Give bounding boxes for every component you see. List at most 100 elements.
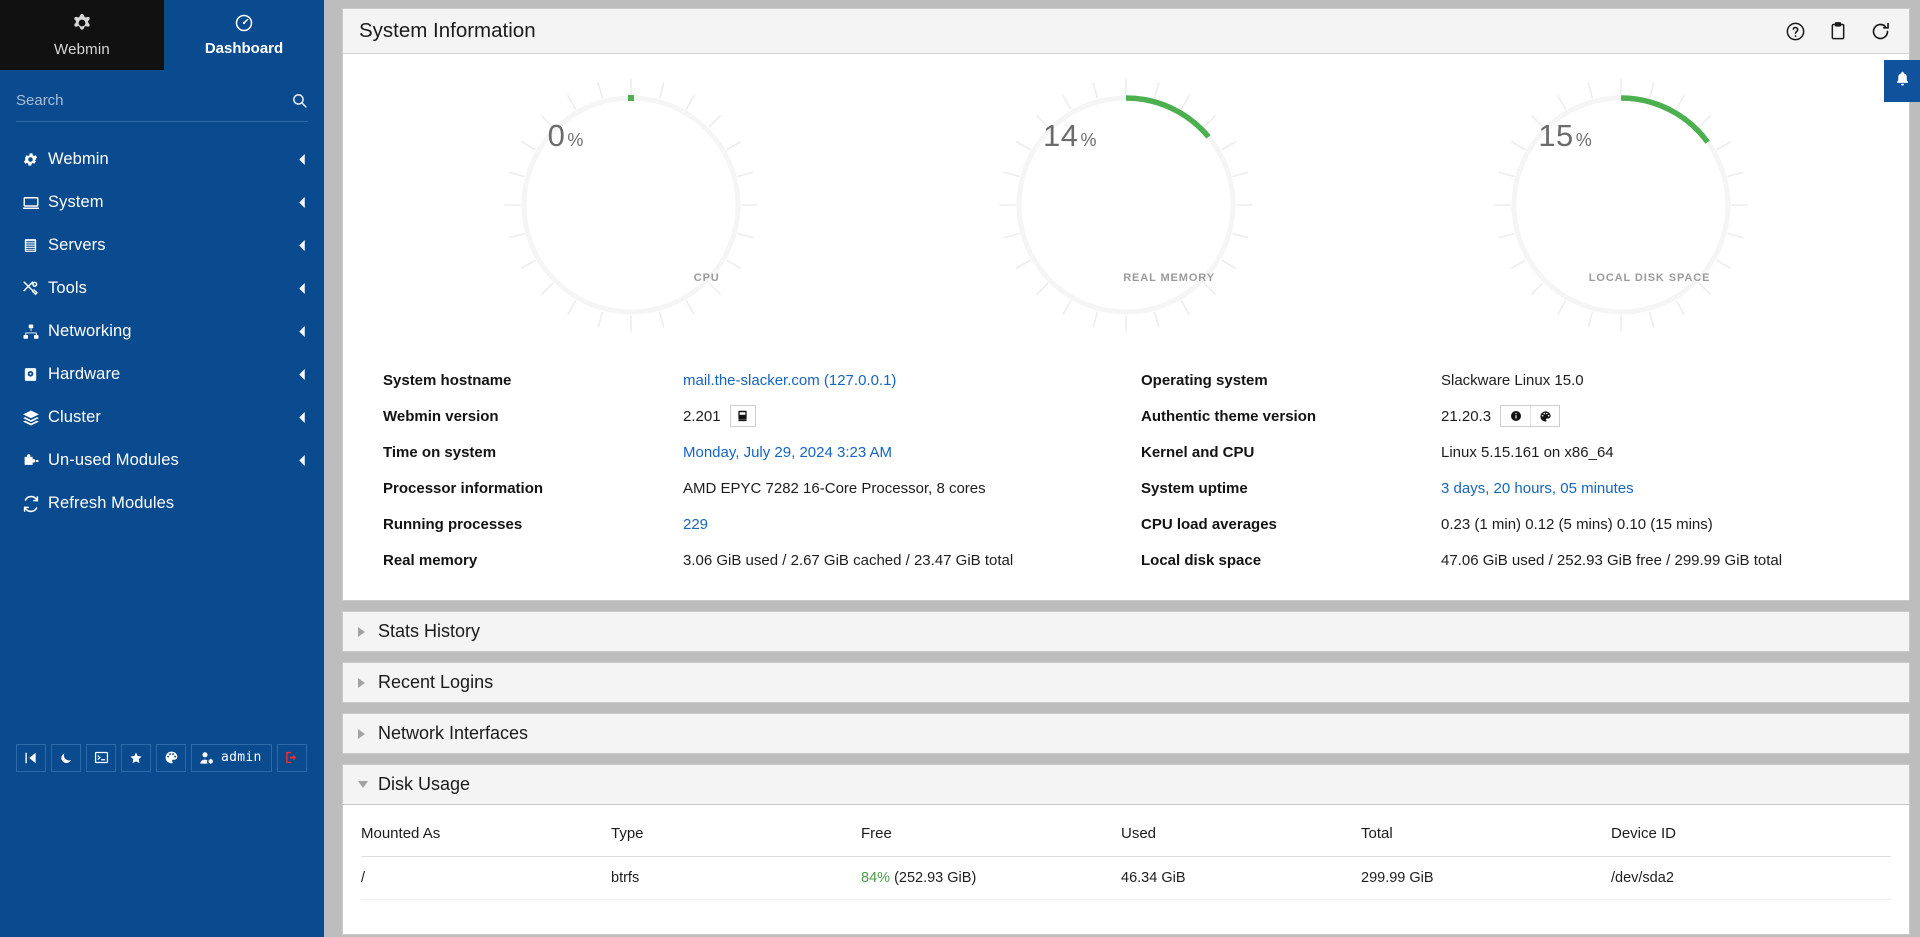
info-value-group: 21.20.3 <box>1441 405 1561 427</box>
cell-mounted-as: / <box>361 856 611 900</box>
system-info-grid: System hostname mail.the-slacker.com (12… <box>343 344 1909 578</box>
section-header-disk-usage[interactable]: Disk Usage <box>342 764 1910 805</box>
puzzle-icon <box>22 452 48 470</box>
info-value-hostname[interactable]: mail.the-slacker.com (127.0.0.1) <box>683 372 896 389</box>
dark-mode-button[interactable] <box>51 743 81 772</box>
sidebar-item-refresh-modules[interactable]: Refresh Modules <box>0 482 324 525</box>
user-menu-button[interactable]: admin <box>191 743 272 772</box>
help-icon[interactable] <box>1785 21 1806 42</box>
sidebar-item-tools[interactable]: Tools <box>0 267 324 310</box>
sidebar-item-label: Networking <box>48 322 132 340</box>
triangle-down-icon <box>358 780 376 789</box>
webmin-logo-block[interactable]: Webmin <box>0 0 164 70</box>
system-info-right-column: Operating system Slackware Linux 15.0 Au… <box>1141 362 1869 578</box>
theme-palette-button[interactable] <box>156 743 186 772</box>
info-value-real-memory: 3.06 GiB used / 2.67 GiB cached / 23.47 … <box>683 551 1014 569</box>
info-key: Real memory <box>383 551 478 569</box>
cell-total: 299.99 GiB <box>1361 856 1611 900</box>
sidebar-item-system[interactable]: System <box>0 181 324 224</box>
info-row-real-memory: Real memory 3.06 GiB used / 2.67 GiB cac… <box>383 542 1111 578</box>
sidebar-item-label: System <box>48 193 104 211</box>
sidebar-brand-row: Webmin Dashboard <box>0 0 324 70</box>
terminal-button[interactable] <box>86 743 116 772</box>
info-value-load: 0.23 (1 min) 0.12 (5 mins) 0.10 (15 mins… <box>1441 515 1713 533</box>
search-input[interactable] <box>16 92 291 109</box>
info-icon[interactable] <box>1501 406 1530 426</box>
column-header-used: Used <box>1121 825 1361 857</box>
notifications-button[interactable] <box>1884 60 1920 102</box>
sidebar-item-webmin[interactable]: Webmin <box>0 138 324 181</box>
column-header-free: Free <box>861 825 1121 857</box>
gear-icon <box>22 151 48 168</box>
sidebar-item-label: Un-used Modules <box>48 451 179 469</box>
sidebar-item-networking[interactable]: Networking <box>0 310 324 353</box>
gauge-label: LOCAL DISK SPACE <box>1588 272 1711 284</box>
table-header-row: Mounted As Type Free Used Total Device I… <box>361 825 1891 857</box>
column-header-device-id: Device ID <box>1611 825 1891 857</box>
info-key: Operating system <box>1141 371 1268 389</box>
info-value-theme-version: 21.20.3 <box>1441 407 1492 425</box>
refresh-icon[interactable] <box>1870 21 1891 42</box>
sidebar-item-unused-modules[interactable]: Un-used Modules <box>0 439 324 482</box>
sidebar-item-label: Tools <box>48 279 88 297</box>
section-disk-usage: Disk Usage Mounted As Type Free Used Tot… <box>342 764 1910 935</box>
theme-action-buttons <box>1500 405 1561 427</box>
favorites-button[interactable] <box>121 743 151 772</box>
webmin-logo-label: Webmin <box>54 41 110 58</box>
harddrive-icon <box>22 366 48 383</box>
info-value-processes[interactable]: 229 <box>683 516 708 533</box>
server-icon <box>22 237 48 254</box>
free-percent: 84% <box>861 870 891 886</box>
info-value-kernel: Linux 5.15.161 on x86_64 <box>1441 443 1614 461</box>
monitor-icon <box>22 194 48 212</box>
triangle-right-icon <box>358 677 376 688</box>
section-header-recent-logins[interactable]: Recent Logins <box>342 662 1910 703</box>
tab-dashboard[interactable]: Dashboard <box>164 0 324 70</box>
search-icon[interactable] <box>291 92 308 109</box>
info-value-time[interactable]: Monday, July 29, 2024 3:23 AM <box>683 444 892 461</box>
panel-body: 0% CPU 14 % REAL MEMORY 15 % LOCAL DISK … <box>342 54 1910 601</box>
cell-used: 46.34 GiB <box>1121 856 1361 900</box>
logout-button[interactable] <box>276 743 307 772</box>
info-key: Local disk space <box>1141 551 1262 569</box>
sidebar-item-hardware[interactable]: Hardware <box>0 353 324 396</box>
section-header-stats-history[interactable]: Stats History <box>342 611 1910 652</box>
app-root: Webmin Dashboard Search Webmin System Se… <box>0 0 1920 937</box>
info-value-webmin-version: 2.201 <box>683 407 721 425</box>
section-header-network-interfaces[interactable]: Network Interfaces <box>342 713 1910 754</box>
info-row-processor-information: Processor information AMD EPYC 7282 16-C… <box>383 470 1111 506</box>
gauges-row: 0% CPU 14 % REAL MEMORY 15 % LOCAL DISK … <box>343 58 1909 344</box>
section-title: Disk Usage <box>378 774 471 794</box>
info-value-uptime[interactable]: 3 days, 20 hours, 05 minutes <box>1441 480 1634 497</box>
info-key: Time on system <box>383 443 497 461</box>
info-key: System hostname <box>383 371 512 389</box>
section-title: Recent Logins <box>378 672 494 692</box>
info-row-operating-system: Operating system Slackware Linux 15.0 <box>1141 362 1869 398</box>
user-name-label: admin <box>221 750 262 765</box>
system-info-left-column: System hostname mail.the-slacker.com (12… <box>383 362 1111 578</box>
info-key: CPU load averages <box>1141 515 1277 533</box>
triangle-right-icon <box>358 728 376 739</box>
info-value-disk-space: 47.06 GiB used / 252.93 GiB free / 299.9… <box>1441 551 1783 569</box>
info-value-processor: AMD EPYC 7282 16-Core Processor, 8 cores <box>683 479 986 497</box>
sidebar-item-label: Servers <box>48 236 106 254</box>
section-stats-history: Stats History <box>342 611 1910 652</box>
clipboard-icon[interactable] <box>1828 21 1848 41</box>
info-row-time-on-system: Time on system Monday, July 29, 2024 3:2… <box>383 434 1111 470</box>
info-row-webmin-version: Webmin version 2.201 <box>383 398 1111 434</box>
info-row-system-uptime: System uptime 3 days, 20 hours, 05 minut… <box>1141 470 1869 506</box>
section-title: Network Interfaces <box>378 723 529 743</box>
chevron-left-icon <box>296 326 308 337</box>
cell-device-id: /dev/sda2 <box>1611 856 1891 900</box>
dashboard-tab-label: Dashboard <box>204 40 284 57</box>
changelog-icon[interactable] <box>729 405 756 427</box>
triangle-right-icon <box>358 626 376 637</box>
gauge-local-disk-space: 15% LOCAL DISK SPACE <box>1486 70 1756 340</box>
collapse-sidebar-button[interactable] <box>16 743 46 772</box>
chevron-left-icon <box>296 283 308 294</box>
sidebar-item-servers[interactable]: Servers <box>0 224 324 267</box>
sidebar-item-cluster[interactable]: Cluster <box>0 396 324 439</box>
palette-icon[interactable] <box>1530 406 1559 426</box>
chevron-left-icon <box>296 240 308 251</box>
disk-usage-table: Mounted As Type Free Used Total Device I… <box>361 825 1891 900</box>
